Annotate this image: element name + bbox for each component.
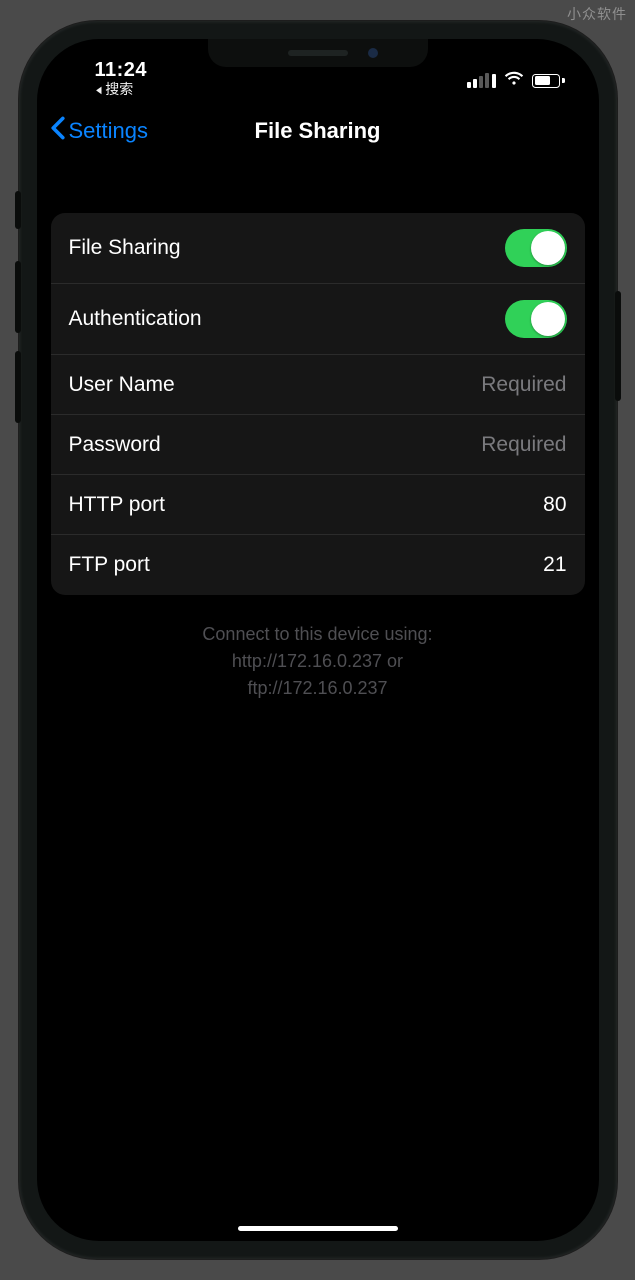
row-file-sharing: File Sharing bbox=[51, 213, 585, 284]
connection-info-line1: Connect to this device using: bbox=[77, 621, 559, 648]
volume-down-button bbox=[15, 351, 21, 423]
authentication-label: Authentication bbox=[69, 307, 202, 331]
ftp-port-label: FTP port bbox=[69, 553, 150, 577]
settings-group: File Sharing Authentication User Name Re… bbox=[51, 213, 585, 595]
ftp-port-value[interactable]: 21 bbox=[543, 553, 566, 577]
power-button bbox=[615, 291, 621, 401]
username-field[interactable]: Required bbox=[481, 373, 566, 397]
http-port-value[interactable]: 80 bbox=[543, 493, 566, 517]
wifi-icon bbox=[504, 68, 524, 93]
file-sharing-toggle[interactable] bbox=[505, 229, 567, 267]
home-indicator[interactable] bbox=[238, 1226, 398, 1231]
volume-up-button bbox=[15, 261, 21, 333]
back-button[interactable]: Settings bbox=[49, 116, 149, 146]
row-ftp-port[interactable]: FTP port 21 bbox=[51, 535, 585, 595]
notch bbox=[208, 39, 428, 67]
phone-screen: 11:24 搜索 ! bbox=[37, 39, 599, 1241]
phone-frame: 11:24 搜索 ! bbox=[19, 21, 617, 1259]
nav-bar: Settings File Sharing bbox=[37, 99, 599, 163]
page-title: File Sharing bbox=[255, 118, 381, 144]
row-password[interactable]: Password Required bbox=[51, 415, 585, 475]
status-back-to-app[interactable]: 搜索 bbox=[95, 82, 468, 98]
back-label: Settings bbox=[69, 118, 149, 144]
chevron-left-icon bbox=[49, 116, 67, 146]
cellular-signal-icon: ! bbox=[467, 73, 496, 88]
connection-info-line2: http://172.16.0.237 or bbox=[77, 648, 559, 675]
password-field[interactable]: Required bbox=[481, 433, 566, 457]
watermark-text: 小众软件 bbox=[567, 4, 627, 24]
row-http-port[interactable]: HTTP port 80 bbox=[51, 475, 585, 535]
row-authentication: Authentication bbox=[51, 284, 585, 355]
battery-icon bbox=[532, 74, 565, 88]
mute-switch bbox=[15, 191, 21, 229]
file-sharing-label: File Sharing bbox=[69, 236, 181, 260]
connection-info-line3: ftp://172.16.0.237 bbox=[77, 675, 559, 702]
connection-info: Connect to this device using: http://172… bbox=[37, 621, 599, 702]
password-label: Password bbox=[69, 433, 161, 457]
row-username[interactable]: User Name Required bbox=[51, 355, 585, 415]
http-port-label: HTTP port bbox=[69, 493, 165, 517]
authentication-toggle[interactable] bbox=[505, 300, 567, 338]
username-label: User Name bbox=[69, 373, 175, 397]
